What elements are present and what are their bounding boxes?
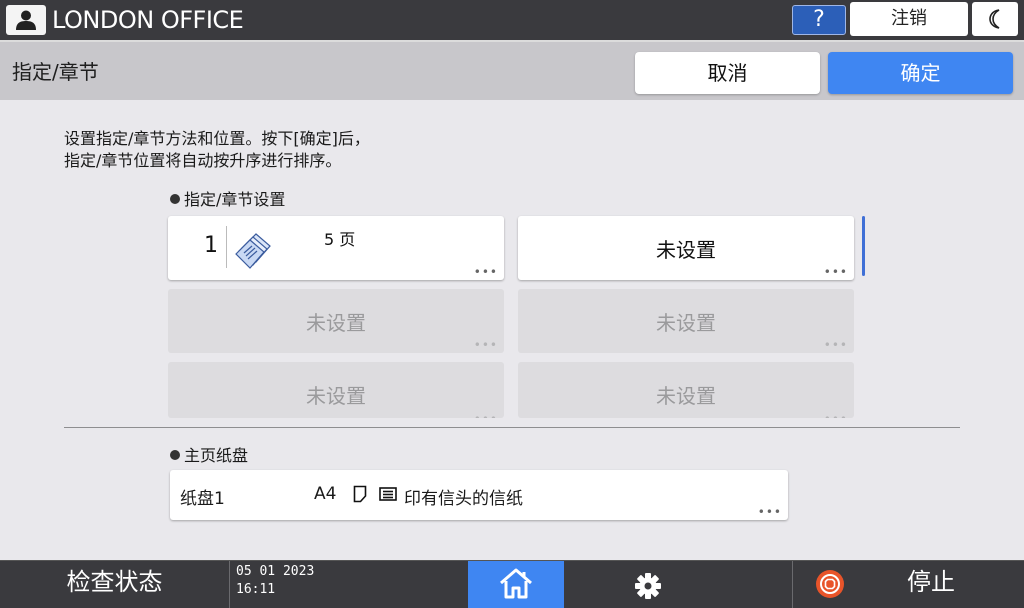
slot-label: 未设置 (656, 384, 716, 408)
tray-name: 纸盘1 (180, 489, 225, 509)
main-tray-selector[interactable]: 纸盘1 A4 印有信头的信纸 ••• (170, 470, 788, 520)
slot-page-count: 5 页 (324, 230, 356, 249)
slot-label: 未设置 (306, 384, 366, 408)
description-text: 设置指定/章节方法和位置。按下[确定]后， 指定/章节位置将自动按升序进行排序。 (64, 128, 370, 172)
logout-button[interactable]: 注销 (850, 2, 968, 36)
designation-slot-6: 未设置 ••• (518, 362, 854, 418)
main-tray-heading-label: 主页纸盘 (184, 446, 249, 465)
bullet-icon (170, 450, 180, 460)
cancel-button[interactable]: 取消 (635, 52, 820, 94)
slot-label: 未设置 (656, 311, 716, 335)
check-status-button[interactable]: 检查状态 (0, 561, 230, 608)
more-dots-icon: ••• (473, 265, 498, 279)
paper-size: A4 (314, 484, 337, 504)
more-dots-icon: ••• (823, 265, 848, 279)
slot-label: 未设置 (306, 311, 366, 335)
moon-icon (989, 9, 1000, 29)
stop-label: 停止 (907, 568, 955, 596)
more-dots-icon: ••• (474, 413, 498, 418)
designation-slot-3: 未设置 ••• (168, 289, 504, 353)
main-tray-heading: 主页纸盘 (170, 442, 248, 466)
home-button[interactable] (468, 561, 564, 608)
top-bar: LONDON OFFICE ? 注销 (0, 0, 1024, 40)
scrollbar[interactable] (862, 216, 865, 276)
more-dots-icon: ••• (757, 505, 782, 519)
description-line-1: 设置指定/章节方法和位置。按下[确定]后， (64, 129, 370, 148)
gear-icon[interactable] (630, 568, 666, 604)
slot-label: 未设置 (656, 238, 716, 262)
title-bar: 指定/章节 取消 确定 (0, 40, 1024, 100)
page-title: 指定/章节 (12, 60, 99, 84)
designation-heading-label: 指定/章节设置 (184, 190, 286, 209)
paper-type: 印有信头的信纸 (404, 489, 523, 509)
designation-slot-5: 未设置 ••• (168, 362, 504, 418)
office-name: LONDON OFFICE (52, 6, 244, 34)
designation-slot-1[interactable]: 1 5 页 ••• (168, 216, 504, 280)
letterhead-icon (379, 487, 397, 501)
document-stack-icon (235, 233, 271, 269)
more-dots-icon: ••• (473, 338, 498, 352)
bullet-icon (170, 194, 180, 204)
more-dots-icon: ••• (824, 413, 848, 418)
stop-icon (816, 570, 844, 598)
energy-saver-button[interactable] (972, 2, 1018, 36)
user-icon[interactable] (6, 5, 46, 35)
slot-number: 1 (204, 233, 218, 258)
stop-button[interactable]: 停止 (792, 561, 1024, 608)
ok-button[interactable]: 确定 (828, 52, 1013, 94)
time-text: 16:11 (236, 582, 276, 597)
date-text: 05 01 2023 (236, 564, 315, 579)
description-line-2: 指定/章节位置将自动按升序进行排序。 (64, 151, 342, 170)
date-time: 05 01 2023 16:11 (236, 563, 314, 599)
designation-heading: 指定/章节设置 (170, 186, 285, 210)
designation-slot-4: 未设置 ••• (518, 289, 854, 353)
more-dots-icon: ••• (823, 338, 848, 352)
section-divider (64, 427, 960, 428)
bottom-bar: 检查状态 05 01 2023 16:11 停止 (0, 560, 1024, 608)
home-icon (500, 568, 532, 599)
paper-portrait-icon (353, 485, 367, 503)
help-button[interactable]: ? (792, 5, 846, 35)
designation-slot-2[interactable]: 未设置 ••• (518, 216, 854, 280)
slot-divider (226, 226, 227, 268)
